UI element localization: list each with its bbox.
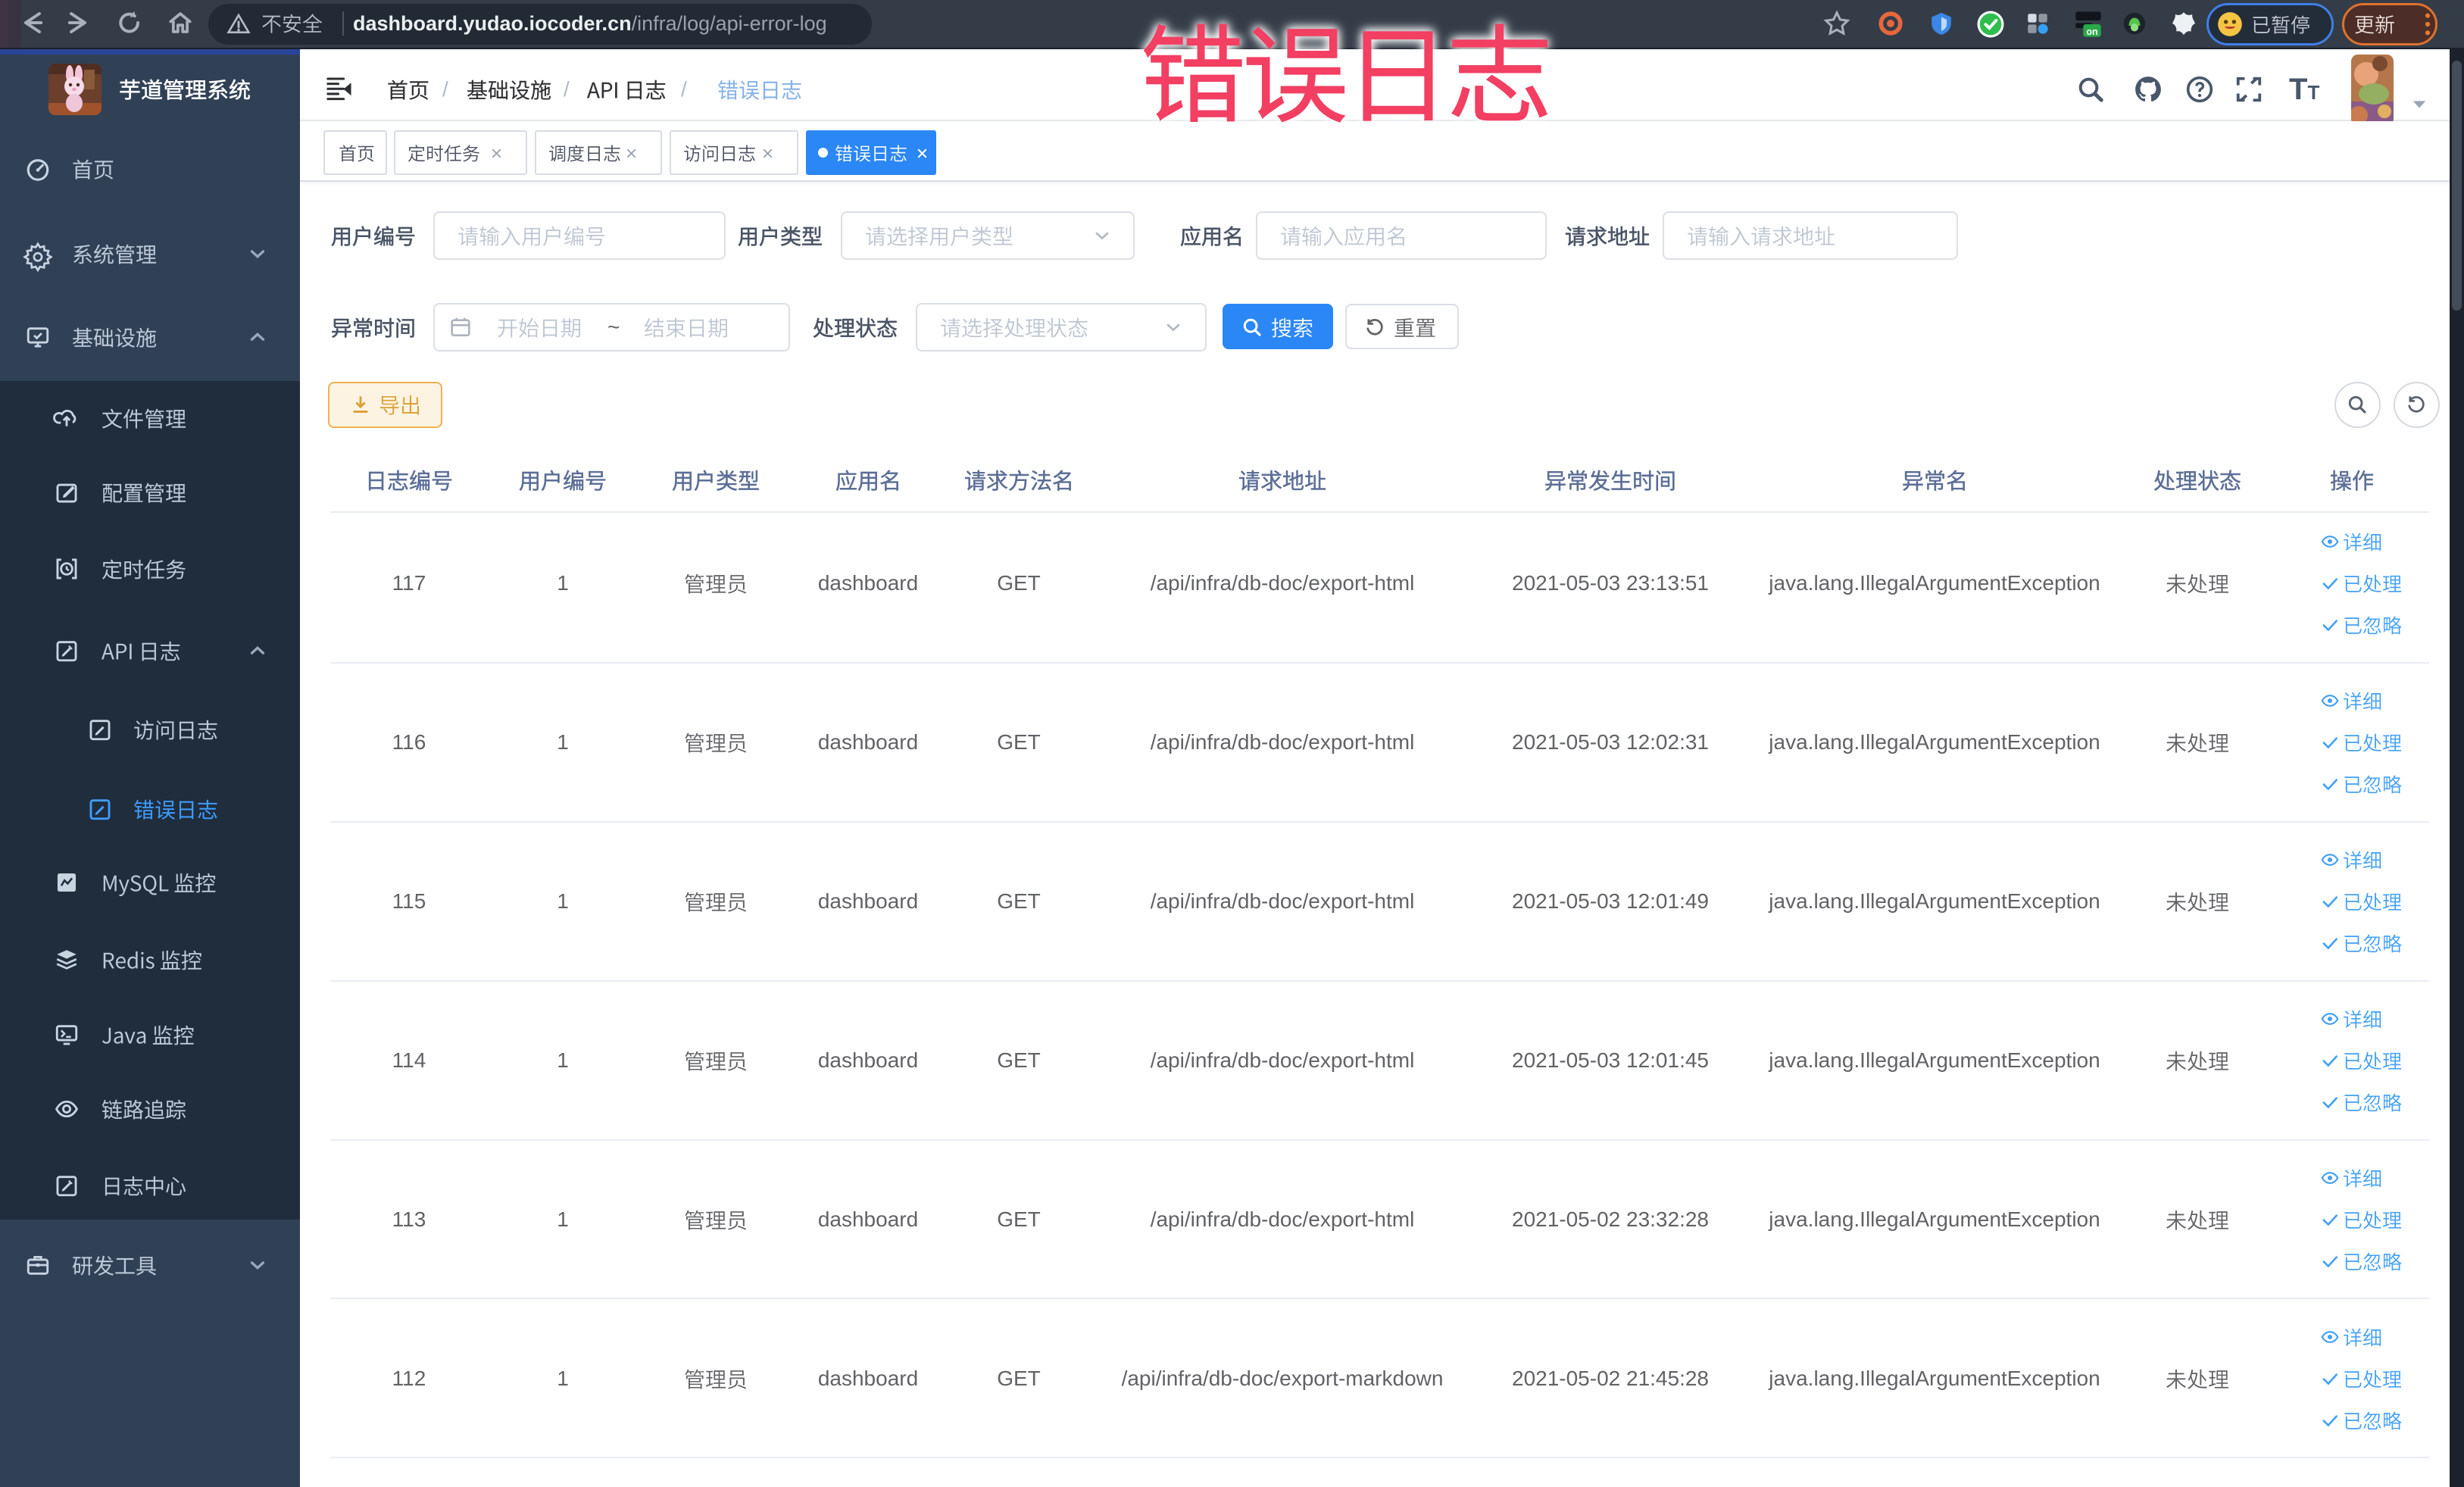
svg-text:on: on <box>2086 27 2097 37</box>
